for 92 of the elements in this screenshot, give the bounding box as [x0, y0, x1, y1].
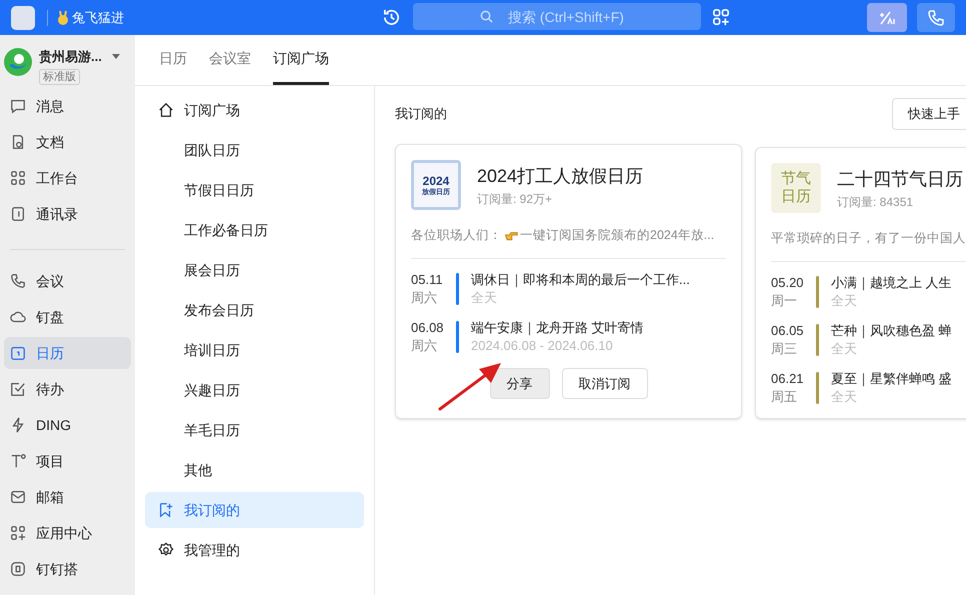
- builder-icon: [10, 561, 26, 577]
- phone-icon: [927, 8, 945, 26]
- event-time: 全天: [471, 288, 498, 307]
- event-weekday: 周五: [771, 388, 798, 406]
- sidebar-item[interactable]: 通讯录: [4, 198, 131, 230]
- sidebar-item[interactable]: 会议: [4, 265, 131, 297]
- subscriber-count: 订阅量: 92万+: [477, 190, 554, 208]
- app-logo[interactable]: [11, 6, 35, 30]
- tab[interactable]: 会议室: [209, 35, 251, 85]
- sidebar-item[interactable]: 邮箱: [4, 481, 131, 513]
- ai-icon: [878, 10, 896, 26]
- sidebar-item[interactable]: 待办: [4, 373, 131, 405]
- bunny-icon: [56, 10, 70, 26]
- menu-item[interactable]: 发布会日历: [145, 292, 364, 328]
- event-title[interactable]: 小满｜越境之上 人生: [831, 274, 952, 292]
- menu-item[interactable]: 工作必备日历: [145, 212, 364, 248]
- history-icon[interactable]: [382, 8, 401, 27]
- card-description: 一键订阅国务院颁布的2024年放...: [520, 227, 714, 244]
- menu-item[interactable]: 培训日历: [145, 332, 364, 368]
- sidebar-item[interactable]: 工作台: [4, 162, 131, 194]
- event-weekday: 周三: [771, 340, 798, 358]
- logo-year: 2024: [422, 174, 450, 186]
- event-date: 06.05: [771, 322, 805, 340]
- event-time: 全天: [831, 292, 858, 310]
- event-title[interactable]: 芒种｜风吹穗色盈 蝉: [831, 322, 952, 340]
- menu-item[interactable]: 订阅广场: [145, 92, 364, 128]
- status-text[interactable]: 兔飞猛进: [72, 8, 124, 28]
- card-description: 平常琐碎的日子，有了一份中国人: [771, 230, 966, 247]
- section-title: 我订阅的: [395, 105, 447, 124]
- menu-item[interactable]: 兴趣日历: [145, 372, 364, 408]
- menu-item[interactable]: 羊毛日历: [145, 412, 364, 448]
- search-icon: [480, 10, 493, 23]
- event-date: 05.11: [411, 270, 444, 289]
- event-weekday: 周六: [411, 288, 438, 307]
- add-app-icon[interactable]: [712, 8, 731, 27]
- event-time: 全天: [831, 388, 858, 406]
- event-date: 05.20: [771, 274, 805, 292]
- ai-button[interactable]: [867, 3, 907, 32]
- lightning-icon: [10, 417, 26, 433]
- call-button[interactable]: [917, 3, 955, 32]
- grid-icon: [10, 170, 26, 186]
- sidebar-item[interactable]: 钉盘: [4, 301, 131, 333]
- contacts-book-icon: [10, 206, 26, 222]
- card-title: 二十四节气日历: [837, 168, 963, 190]
- mail-icon: [10, 489, 26, 505]
- card-button[interactable]: 分享: [490, 368, 550, 399]
- project-icon: [10, 453, 26, 469]
- org-logo[interactable]: [3, 47, 33, 77]
- sidebar-item[interactable]: 文档: [4, 126, 131, 158]
- event-title[interactable]: 调休日｜即将和本周的最后一个工作...: [471, 270, 690, 289]
- edition-badge: 标准版: [39, 68, 80, 84]
- card-button[interactable]: 取消订阅: [562, 368, 648, 399]
- event-time: 全天: [831, 340, 858, 358]
- logo-text: 节气: [781, 170, 811, 188]
- logo-text: 日历: [781, 188, 811, 206]
- event-weekday: 周六: [411, 336, 438, 355]
- sidebar-item[interactable]: 消息: [4, 90, 131, 122]
- tab[interactable]: 订阅广场: [273, 35, 329, 85]
- event-date: 06.21: [771, 370, 805, 388]
- description-prefix: 各位职场人们：: [411, 227, 502, 244]
- tab[interactable]: 日历: [159, 35, 187, 85]
- menu-item[interactable]: 我订阅的: [145, 492, 364, 528]
- document-icon: [10, 134, 26, 150]
- bookmark-plus-icon: [158, 502, 174, 518]
- checkbox-icon: [10, 381, 26, 397]
- event-title[interactable]: 端午安康｜龙舟开路 艾叶寄情: [471, 318, 644, 337]
- sidebar-item[interactable]: 应用中心: [4, 517, 131, 549]
- menu-item[interactable]: 团队日历: [145, 132, 364, 168]
- subscriber-count: 订阅量: 84351: [837, 194, 914, 210]
- home-icon: [158, 102, 174, 118]
- event-time: 2024.06.08 - 2024.06.10: [471, 336, 614, 355]
- calendar-icon: [10, 345, 26, 361]
- sidebar-item[interactable]: DING: [4, 409, 131, 441]
- sidebar-item[interactable]: 项目: [4, 445, 131, 477]
- org-name[interactable]: 贵州易游...: [39, 47, 102, 66]
- phone-icon: [10, 273, 26, 289]
- event-date: 06.08: [411, 318, 445, 337]
- settings-icon: [158, 542, 174, 558]
- sidebar-item[interactable]: 钉钉搭: [4, 553, 131, 585]
- event-weekday: 周一: [771, 292, 798, 310]
- quick-start-button[interactable]: 快速上手: [892, 98, 966, 130]
- apps-icon: [10, 525, 26, 541]
- menu-item[interactable]: 我管理的: [145, 532, 364, 568]
- card-title: 2024打工人放假日历: [477, 164, 644, 188]
- search-field[interactable]: 搜索 (Ctrl+Shift+F): [413, 3, 701, 30]
- caret-icon[interactable]: [112, 54, 120, 60]
- cloud-icon: [10, 309, 26, 325]
- menu-item[interactable]: 其他: [145, 452, 364, 488]
- chat-bubble-icon: [10, 98, 26, 114]
- menu-item[interactable]: 节假日日历: [145, 172, 364, 208]
- menu-item[interactable]: 展会日历: [145, 252, 364, 288]
- event-title[interactable]: 夏至｜星繁伴蝉鸣 盛: [831, 370, 952, 388]
